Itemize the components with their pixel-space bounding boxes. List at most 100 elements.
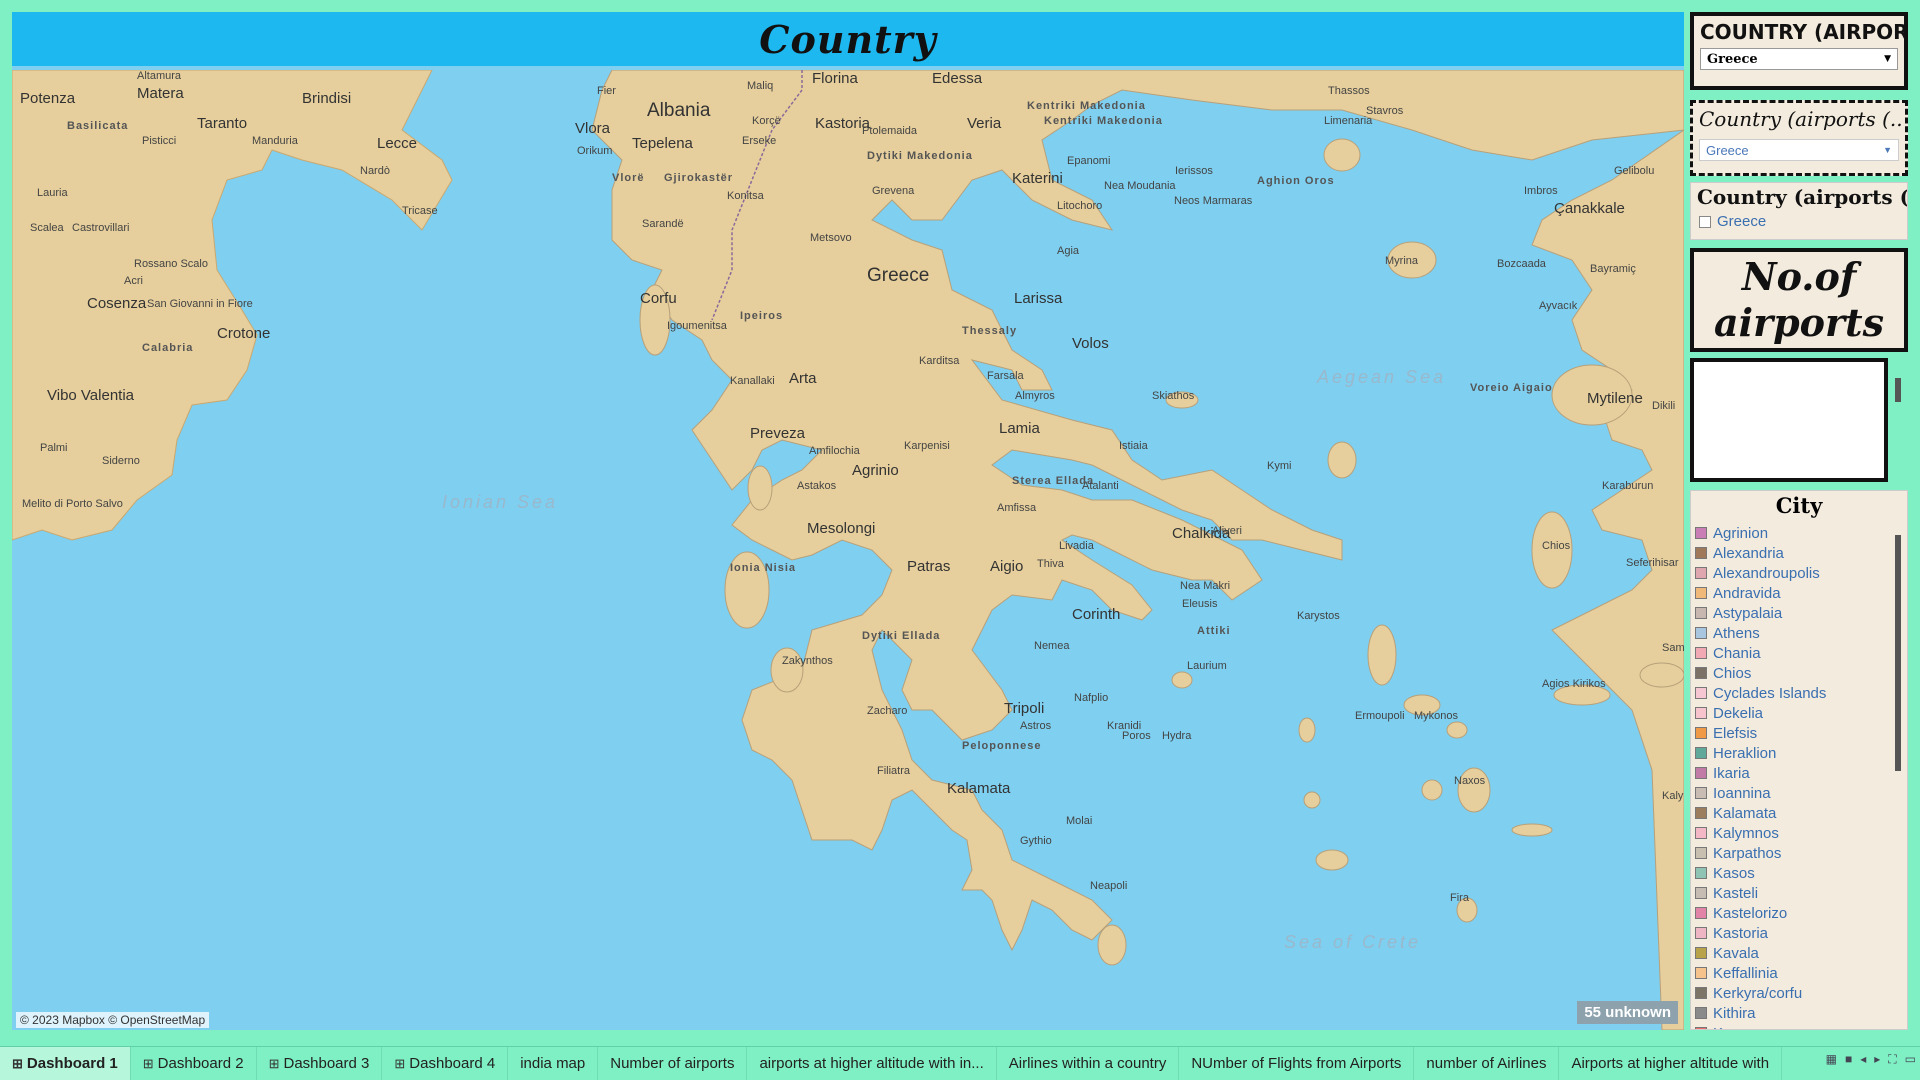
city-legend-item[interactable]: Heraklion — [1695, 743, 1885, 763]
city-legend-item[interactable]: Kos — [1695, 1023, 1885, 1029]
city-legend-item[interactable]: Kastelorizo — [1695, 903, 1885, 923]
map-label-region: Attiki — [1197, 625, 1231, 637]
checkbox[interactable] — [1699, 215, 1711, 228]
city-legend-label: Andravida — [1713, 584, 1781, 602]
city-legend-item[interactable]: Ikaria — [1695, 763, 1885, 783]
filter3-option[interactable]: Greece — [1691, 209, 1907, 234]
map-label-town: Metsovo — [810, 232, 852, 244]
city-legend-item[interactable]: Kavala — [1695, 943, 1885, 963]
city-legend-item[interactable]: Kalymnos — [1695, 823, 1885, 843]
tab-india-map[interactable]: india map — [508, 1046, 599, 1080]
legend-swatch — [1695, 827, 1707, 839]
city-legend-label: Chania — [1713, 644, 1761, 662]
tab-number-of-flights-from-airports[interactable]: NUmber of Flights from Airports — [1179, 1046, 1415, 1080]
city-legend-item[interactable]: Kalamata — [1695, 803, 1885, 823]
map-label-town: Igoumenitsa — [667, 320, 727, 332]
filter1-select[interactable]: Greece ▼ — [1700, 48, 1898, 70]
map-label-town: Bayramiç — [1590, 263, 1636, 275]
map-label-town: Kanallaki — [730, 375, 775, 387]
island-paros — [1421, 779, 1443, 801]
map-label-town: Kymi — [1267, 460, 1292, 472]
tab-dashboard-2[interactable]: ⊞ Dashboard 2 — [131, 1046, 257, 1080]
map-label-region: Ionia Nisia — [730, 562, 797, 574]
map-label-city: Potenza — [20, 90, 76, 107]
island-andros — [1367, 624, 1397, 686]
city-legend-item[interactable]: Chania — [1695, 643, 1885, 663]
city-legend-label: Kavala — [1713, 944, 1759, 962]
map-label-region: Ipeiros — [740, 310, 784, 322]
tab-label: india map — [520, 1055, 586, 1072]
city-legend-item[interactable]: Kasos — [1695, 863, 1885, 883]
city-legend-item[interactable]: Alexandroupolis — [1695, 563, 1885, 583]
tab-dashboard-4[interactable]: ⊞ Dashboard 4 — [382, 1046, 509, 1080]
grid-view-icon[interactable]: ▦ — [1826, 1052, 1837, 1067]
city-legend-item[interactable]: Kastoria — [1695, 923, 1885, 943]
prev-icon[interactable]: ◂ — [1860, 1052, 1866, 1067]
city-legend-label: Kasos — [1713, 864, 1755, 882]
map-label-town: Samos — [1662, 642, 1684, 654]
map-canvas[interactable]: Potenza Matera Brindisi Altamura Basilicata T… — [12, 70, 1684, 1030]
map-label-town: Imbros — [1524, 185, 1558, 197]
city-legend-label: Kastoria — [1713, 924, 1769, 942]
city-legend-item[interactable]: Astypalaia — [1695, 603, 1885, 623]
city-legend-item[interactable]: Chios — [1695, 663, 1885, 683]
island-milos — [1315, 849, 1349, 871]
scrollbar[interactable] — [1895, 535, 1901, 771]
city-legend-label: Kalamata — [1713, 804, 1777, 822]
map-label-town: Bozcaada — [1497, 258, 1546, 270]
city-legend-item[interactable]: Ioannina — [1695, 783, 1885, 803]
map-label-city: Florina — [812, 70, 858, 87]
city-legend-item[interactable]: Elefsis — [1695, 723, 1885, 743]
map-label-region: Kentriki Makedonia — [1027, 100, 1146, 112]
city-legend-label: Elefsis — [1713, 724, 1758, 742]
city-legend-item[interactable]: Kerkyra/corfu — [1695, 983, 1885, 1003]
tab-airports-at-higher-altitude-with[interactable]: Airports at higher altitude with — [1559, 1046, 1783, 1080]
chevron-down-icon: ▼ — [1884, 54, 1891, 64]
map-attribution[interactable]: © 2023 Mapbox © OpenStreetMap — [16, 1012, 210, 1028]
city-legend-item[interactable]: Karpathos — [1695, 843, 1885, 863]
legend-swatch — [1695, 987, 1707, 999]
city-legend-label: Heraklion — [1713, 744, 1777, 762]
fullscreen-icon[interactable]: ⛶ — [1888, 1052, 1896, 1067]
map-label-town: Naxos — [1454, 775, 1486, 787]
map-label-town: Pisticci — [142, 135, 177, 147]
empty-sheet[interactable] — [1690, 358, 1888, 482]
scrollbar[interactable] — [1895, 378, 1901, 402]
map-label-town: Tricase — [402, 205, 438, 217]
island-lefkada — [747, 465, 773, 511]
tab-airlines-within-a-country[interactable]: Airlines within a country — [997, 1046, 1180, 1080]
city-legend-item[interactable]: Athens — [1695, 623, 1885, 643]
city-legend-label: Keffallinia — [1713, 964, 1778, 982]
tab-number-of-airports[interactable]: Number of airports — [598, 1046, 748, 1080]
map-label-town: Thiva — [1037, 558, 1064, 570]
city-legend-item[interactable]: Agrinion — [1695, 523, 1885, 543]
unknown-badge[interactable]: 55 unknown — [1577, 1001, 1678, 1024]
present-icon[interactable]: ▭ — [1905, 1052, 1916, 1067]
tab-number-of-airlines[interactable]: number of Airlines — [1414, 1046, 1560, 1080]
city-legend-label: Dekelia — [1713, 704, 1764, 722]
map-label-town: Manduria — [252, 135, 298, 147]
next-icon[interactable]: ▸ — [1874, 1052, 1880, 1067]
tab-airports-at-higher-altitude-with-in[interactable]: airports at higher altitude with in... — [747, 1046, 997, 1080]
map-label-town: Fier — [597, 85, 616, 97]
map-label-city: Preveza — [750, 425, 806, 442]
land-greece-mainland — [591, 70, 1684, 952]
island-amorgos — [1511, 823, 1553, 837]
city-legend-item[interactable]: Keffallinia — [1695, 963, 1885, 983]
map-label-sea: Ionian Sea — [442, 492, 559, 512]
tab-dashboard-3[interactable]: ⊞ Dashboard 3 — [257, 1046, 383, 1080]
map-label-city: Crotone — [217, 325, 271, 342]
tab-dashboard-1[interactable]: ⊞ Dashboard 1 — [0, 1046, 131, 1080]
stop-icon[interactable]: ■ — [1845, 1052, 1852, 1067]
city-legend-item[interactable]: Kithira — [1695, 1003, 1885, 1023]
num-airports-card: No.of airports — [1690, 248, 1908, 352]
city-legend-item[interactable]: Dekelia — [1695, 703, 1885, 723]
tab-label: Dashboard 4 — [409, 1055, 496, 1072]
city-legend-item[interactable]: Kasteli — [1695, 883, 1885, 903]
map-label-town: Zacharo — [867, 705, 908, 717]
city-legend-item[interactable]: Cyclades Islands — [1695, 683, 1885, 703]
filter2-select[interactable]: Greece ▼ — [1699, 139, 1899, 161]
city-legend-item[interactable]: Andravida — [1695, 583, 1885, 603]
city-legend-item[interactable]: Alexandria — [1695, 543, 1885, 563]
map-label-city: Corinth — [1072, 606, 1121, 623]
